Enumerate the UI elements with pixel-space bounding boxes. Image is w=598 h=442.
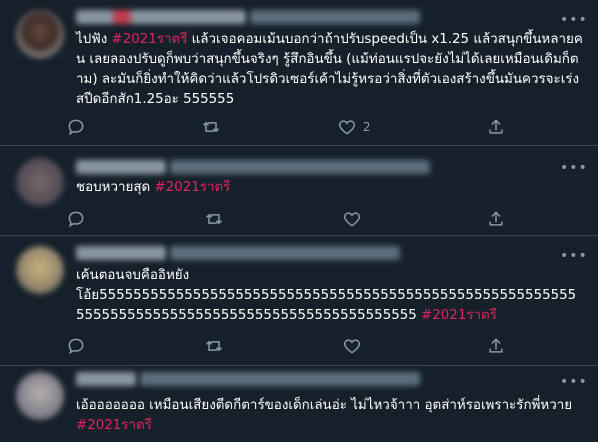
more-icon[interactable]: •••	[560, 158, 587, 178]
tweet-text: ชอบหวายสุด #2021ราตรี	[76, 180, 231, 195]
tweet-text: ไปฟัง #2021ราตรี แล้วเจอคอมเม้นบอกว่าถ้า…	[76, 32, 583, 107]
tweet-text: เค้นตอนจบคืออิหยัง โอ้ย55555555555555555…	[76, 268, 577, 323]
reply-icon	[68, 119, 84, 136]
share-button[interactable]	[486, 209, 506, 229]
tweet-3[interactable]: ••• เค้นตอนจบคืออิหยัง โอ้ย5555555555555…	[0, 236, 598, 366]
more-icon[interactable]: •••	[560, 372, 587, 392]
reply-button[interactable]	[66, 336, 86, 356]
tweet-text: เอ้อออออออ เหมือนเสียงตีดกีตาร์ของเด็กเล…	[76, 398, 577, 433]
tweet-2[interactable]: ••• ชอบหวายสุด #2021ราตรี	[0, 146, 598, 236]
author-name[interactable]	[76, 246, 166, 260]
tweet-1[interactable]: ••• ไปฟัง #2021ราตรี แล้วเจอคอมเม้นบอกว่…	[0, 0, 598, 146]
like-button[interactable]	[342, 336, 368, 356]
avatar[interactable]	[16, 246, 64, 294]
hashtag-link[interactable]: #2021ราตรี	[421, 308, 497, 323]
tweet-actions	[66, 207, 506, 231]
retweet-icon	[203, 121, 220, 133]
hashtag-link[interactable]: #2021ราตรี	[76, 418, 152, 433]
reply-button[interactable]	[66, 117, 86, 137]
retweet-button[interactable]	[204, 209, 224, 229]
retweet-icon	[205, 213, 223, 225]
reply-icon	[68, 211, 84, 228]
avatar[interactable]	[16, 10, 64, 58]
retweet-button[interactable]	[204, 336, 224, 356]
share-icon	[489, 119, 503, 134]
reply-button[interactable]	[66, 209, 86, 229]
author-name[interactable]	[76, 10, 246, 24]
author-name[interactable]	[76, 372, 136, 386]
share-button[interactable]	[486, 117, 506, 137]
like-icon	[338, 120, 355, 135]
share-button[interactable]	[486, 336, 506, 356]
author-name[interactable]	[76, 160, 166, 174]
like-icon	[343, 339, 361, 354]
more-icon[interactable]: •••	[560, 10, 587, 30]
share-icon	[489, 211, 503, 226]
author-handle	[170, 160, 430, 174]
like-count: 2	[362, 120, 371, 134]
hashtag-link[interactable]: #2021ราตรี	[154, 180, 230, 195]
like-button[interactable]	[342, 209, 368, 229]
retweet-icon	[205, 340, 223, 352]
author-handle	[250, 10, 420, 24]
author-handle	[170, 246, 400, 260]
share-icon	[489, 338, 503, 353]
avatar[interactable]	[16, 372, 64, 420]
more-icon[interactable]: •••	[560, 246, 587, 266]
tweet-4[interactable]: ••• เอ้อออออออ เหมือนเสียงตีดกีตาร์ของเด…	[0, 366, 598, 442]
hashtag-link[interactable]: #2021ราตรี	[112, 32, 188, 47]
retweet-button[interactable]	[201, 117, 221, 137]
author-handle	[140, 372, 420, 386]
tweet-actions: 2	[66, 115, 506, 139]
tweet-actions	[66, 334, 506, 358]
reply-icon	[68, 338, 84, 355]
like-button[interactable]: 2	[337, 117, 371, 137]
like-icon	[343, 212, 361, 227]
avatar[interactable]	[16, 158, 64, 206]
